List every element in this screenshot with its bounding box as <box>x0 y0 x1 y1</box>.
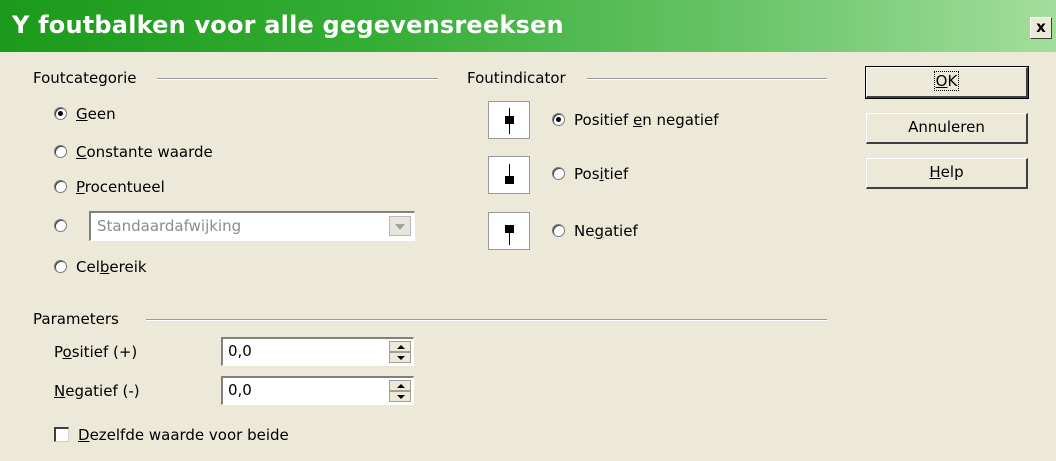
radio-cell-range-indicator[interactable] <box>54 260 67 273</box>
ok-button[interactable]: OK <box>865 66 1029 99</box>
negative-value[interactable]: 0,0 <box>228 381 252 399</box>
error-bar-positive-icon[interactable] <box>488 156 530 194</box>
radio-none-label: Geen <box>76 105 116 123</box>
parameters-heading: Parameters <box>33 310 119 328</box>
radio-negative-label: Negatief <box>574 222 638 240</box>
radio-percentage-indicator[interactable] <box>54 180 67 193</box>
spin-down-icon[interactable] <box>389 391 411 402</box>
positive-label: Positief (+) <box>54 343 138 361</box>
cancel-button-label: Annuleren <box>908 118 985 136</box>
positive-spin-buttons[interactable] <box>389 341 411 363</box>
close-icon: x <box>1036 18 1046 36</box>
radio-negative-indicator[interactable] <box>552 224 565 237</box>
radio-positive-label: Positief <box>574 165 629 183</box>
error-indicator-group: Foutindicator <box>467 68 827 88</box>
radio-none-indicator[interactable] <box>54 107 67 120</box>
window-title: Y foutbalken voor alle gegevensreeksen <box>12 11 564 39</box>
radio-cell-range-label: Celbereik <box>76 258 147 276</box>
spin-up-icon[interactable] <box>389 341 411 352</box>
chevron-down-icon[interactable] <box>389 216 411 236</box>
radio-constant-label: Constante waarde <box>76 143 213 161</box>
ok-button-label: OK <box>933 71 960 91</box>
spin-up-icon[interactable] <box>389 380 411 391</box>
parameters-group: Parameters <box>33 309 827 329</box>
same-value-checkbox[interactable] <box>54 427 69 442</box>
radio-constant-indicator[interactable] <box>54 145 67 158</box>
same-value-label: Dezelfde waarde voor beide <box>78 426 289 444</box>
positive-value[interactable]: 0,0 <box>228 342 252 360</box>
function-select[interactable]: Standaardafwijking <box>89 211 415 241</box>
radio-percentage-label: Procentueel <box>76 178 165 196</box>
radio-both-label: Positief en negatief <box>574 111 719 129</box>
section-divider <box>157 78 438 80</box>
function-select-value: Standaardafwijking <box>97 217 242 235</box>
radio-function-indicator[interactable] <box>54 219 67 232</box>
error-bar-negative-icon[interactable] <box>488 212 530 250</box>
title-bar[interactable]: Y foutbalken voor alle gegevensreeksen x <box>0 0 1056 52</box>
radio-positive-indicator[interactable] <box>552 167 565 180</box>
positive-stepper[interactable]: 0,0 <box>221 337 414 366</box>
negative-spin-buttons[interactable] <box>389 380 411 402</box>
negative-stepper[interactable]: 0,0 <box>221 376 414 405</box>
section-divider <box>146 319 827 321</box>
negative-label: Negatief (-) <box>54 382 140 400</box>
error-category-heading: Foutcategorie <box>33 69 137 87</box>
error-category-group: Foutcategorie <box>33 68 438 88</box>
help-button[interactable]: Help <box>866 158 1028 189</box>
spin-down-icon[interactable] <box>389 352 411 363</box>
error-indicator-heading: Foutindicator <box>467 69 566 87</box>
radio-both-indicator[interactable] <box>552 113 565 126</box>
close-button[interactable]: x <box>1030 17 1052 39</box>
section-divider <box>587 78 827 80</box>
cancel-button[interactable]: Annuleren <box>866 113 1028 144</box>
help-button-label: Help <box>929 163 964 181</box>
error-bar-both-icon[interactable] <box>488 101 530 139</box>
